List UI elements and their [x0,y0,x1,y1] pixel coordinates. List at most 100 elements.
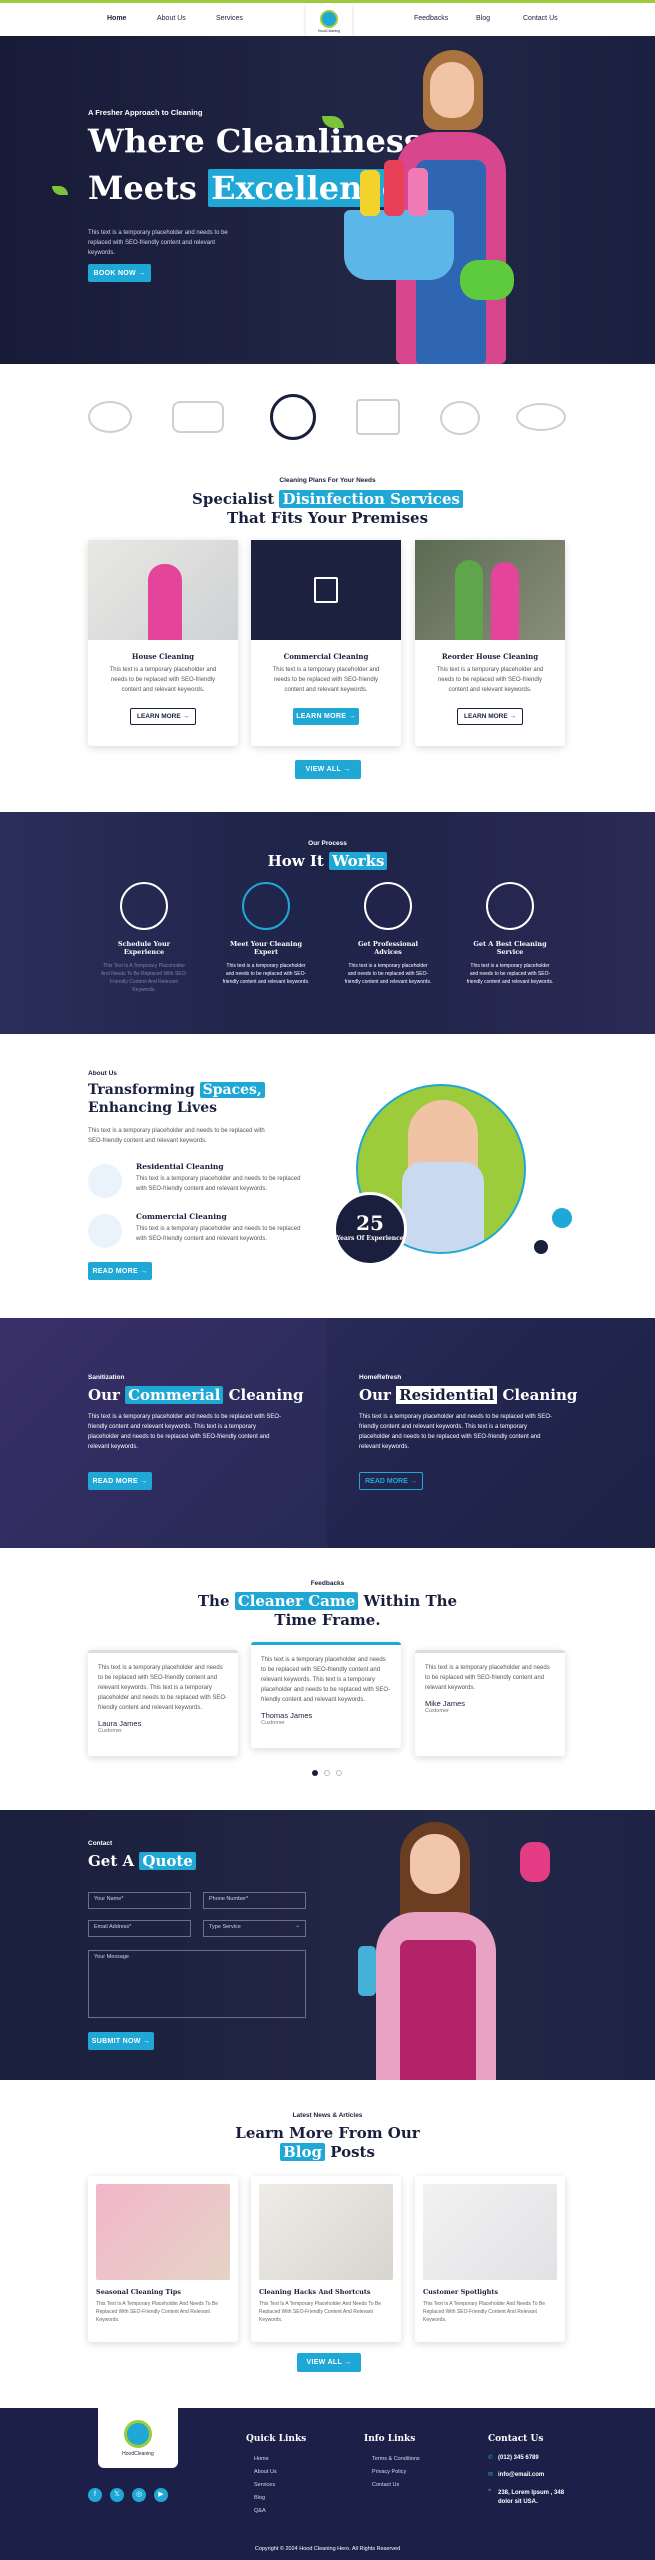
youtube-icon[interactable]: ▶ [154,2488,168,2502]
blog-card-1[interactable]: Seasonal Cleaning Tips This Text Is A Te… [88,2176,238,2342]
nav-blog[interactable]: Blog [476,15,490,22]
about-section: About Us Transforming Spaces, Enhancing … [0,1034,655,1318]
info-links-title: Info Links [364,2434,416,2444]
testimonial-card-1: This text is a temporary placeholder and… [88,1650,238,1756]
building-icon [314,577,338,603]
info-link-terms[interactable]: Terms & Conditions [372,2456,420,2462]
footer-logo[interactable]: HoodCleaning [98,2408,178,2468]
blog-card-2[interactable]: Cleaning Hacks And Shortcuts This Text I… [251,2176,401,2342]
split-left-read-more[interactable]: READ MORE → [88,1472,152,1490]
feedback-title-a: The [197,1592,230,1610]
name-field[interactable]: Your Name* [88,1892,191,1909]
quick-link-qa[interactable]: Q&A [254,2508,266,2514]
top-nav: Home About Us Services HoodCleaning Feed… [0,0,655,39]
about-item-body: This text is a temporary placeholder and… [136,1226,301,1242]
news-title-line1: Learn More From Our [235,2124,420,2142]
news-view-all-button[interactable]: VIEW ALL → [297,2353,361,2372]
testimonial-body: This text is a temporary placeholder and… [261,1657,391,1703]
testimonial-card-3: This text is a temporary placeholder and… [415,1650,565,1756]
service-card-title: Commercial Cleaning [283,652,369,661]
news-title-c: Posts [330,2143,375,2161]
partner-logo-6 [516,403,566,431]
hero-leaf-icon-2 [52,186,68,195]
about-read-more-button[interactable]: READ MORE → [88,1262,152,1280]
quick-link-services[interactable]: Services [254,2482,275,2488]
process-step-title: Meet Your Cleaning Expert [229,940,302,956]
split-left-title: Our Commerial Cleaning [88,1386,304,1404]
contact-title: Get A Quote [88,1852,196,1870]
process-step-2: Meet Your Cleaning Expert This text is a… [222,882,310,986]
learn-more-button[interactable]: LEARN MORE → [293,708,359,725]
split-left-title-b: Commerial [125,1386,224,1404]
facebook-icon[interactable]: f [88,2488,102,2502]
bucket [344,210,454,280]
quick-link-home[interactable]: Home [254,2456,269,2462]
footer-email[interactable]: info@email.com [498,2472,544,2478]
nav-home[interactable]: Home [107,15,126,22]
process-step-3: Get Professional Advices This text is a … [344,882,432,986]
submit-button[interactable]: SUBMIT NOW → [88,2032,154,2050]
nav-services[interactable]: Services [216,15,243,22]
services-view-all-button[interactable]: VIEW ALL → [295,760,361,779]
logo-icon [320,9,338,28]
about-body: This text is a temporary placeholder and… [88,1128,265,1144]
location-icon: ⌖ [488,2488,492,2494]
contact-section: Contact Get A Quote Your Name* Phone Num… [0,1810,655,2080]
quick-link-about[interactable]: About Us [254,2469,277,2475]
service-type-select[interactable]: Type Service ⌄ [203,1920,306,1937]
blue-dot [552,1208,572,1228]
apron [400,1940,476,2080]
carousel-dot-3[interactable] [336,1770,342,1776]
contact-woman-image [340,1822,560,2080]
phone-field[interactable]: Phone Number* [203,1892,306,1909]
message-field[interactable]: Your Message [88,1950,306,2018]
face [430,62,474,118]
email-field[interactable]: Email Address* [88,1920,191,1937]
services-kicker: Cleaning Plans For Your Needs [279,477,376,484]
partner-logo-3 [270,394,316,440]
feedback-title-line2: Time Frame. [274,1611,381,1629]
blog-image [96,2184,230,2280]
handshake-icon [242,882,290,930]
process-step-body: This text is a temporary placeholder and… [344,963,432,985]
carousel-dot-2[interactable] [324,1770,330,1776]
face [410,1834,460,1894]
service-card-body: This text is a temporary placeholder and… [272,667,380,693]
about-title-a: Transforming [88,1082,195,1098]
quick-link-blog[interactable]: Blog [254,2495,265,2501]
contact-title-a: Get A [88,1852,135,1870]
news-section: Latest News & Articles Learn More From O… [0,2080,655,2408]
learn-more-button[interactable]: LEARN MORE → [457,708,523,725]
split-right-kicker: HomeRefresh [359,1374,402,1381]
learn-more-button[interactable]: LEARN MORE → [130,708,196,725]
bottle-pink [408,168,428,216]
x-icon[interactable]: 𝕏 [110,2488,124,2502]
info-link-privacy[interactable]: Privacy Policy [372,2469,406,2475]
about-item-title: Residential Cleaning [136,1162,224,1171]
split-right-title-b: Residential [396,1386,498,1404]
service-card-title: Reorder House Cleaning [441,652,539,661]
blog-card-title: Customer Spotlights [423,2288,499,2296]
spray-bottle [358,1946,376,1996]
logo[interactable]: HoodCleaning [306,3,352,39]
blog-image [259,2184,393,2280]
footer-logo-text: HoodCleaning [122,2450,154,2457]
nav-feedbacks[interactable]: Feedbacks [414,15,448,22]
split-right-read-more[interactable]: READ MORE → [359,1472,423,1490]
nav-contact[interactable]: Contact Us [523,15,558,22]
services-title: Specialist Disinfection Services [0,490,655,508]
blog-card-3[interactable]: Customer Spotlights This Text Is A Tempo… [415,2176,565,2342]
services-title-a: Specialist [192,490,275,508]
nav-about[interactable]: About Us [157,15,186,22]
pink-glove [520,1842,550,1882]
info-link-contact[interactable]: Contact Us [372,2482,399,2488]
split-right-title: Our Residential Cleaning [359,1386,577,1404]
hero-body: This text is a temporary placeholder and… [88,230,228,256]
carousel-dot-1[interactable] [312,1770,318,1776]
process-step-title: Get A Best Cleaning Service [473,940,547,956]
footer-phone[interactable]: (012) 345 6789 [498,2455,539,2461]
instagram-icon[interactable]: ◎ [132,2488,146,2502]
about-title-line2: Enhancing Lives [88,1100,218,1116]
partner-logo-4 [356,399,400,435]
book-now-button[interactable]: BOOK NOW → [88,264,151,282]
